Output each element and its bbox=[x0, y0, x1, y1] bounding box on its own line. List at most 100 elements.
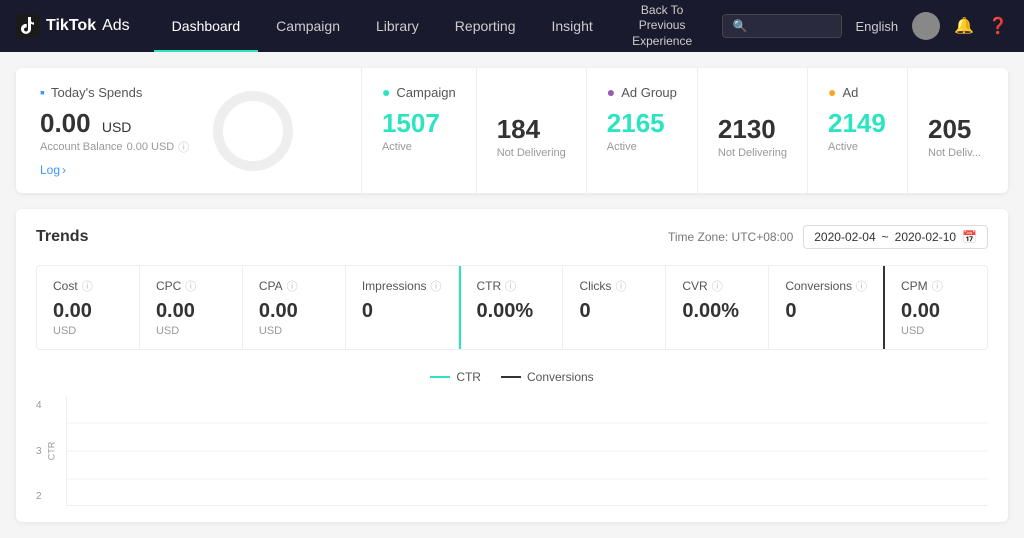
ad-not-delivering-label: Not Deliv... bbox=[928, 147, 988, 159]
metric-cpa-label: CPA bbox=[259, 279, 283, 293]
info-icon[interactable]: ⓘ bbox=[178, 139, 189, 155]
language-selector[interactable]: English bbox=[856, 19, 899, 34]
help-icon[interactable]: ❓ bbox=[988, 16, 1008, 36]
y-tick-4: 4 bbox=[36, 400, 42, 411]
metric-clicks: Clicks ⓘ 0 bbox=[563, 266, 666, 349]
metric-cpm-label: CPM bbox=[901, 279, 928, 293]
today-amount: 0.00 USD bbox=[40, 108, 189, 139]
ad-label: Ad bbox=[842, 85, 858, 100]
campaign-notdelivering-pair: 184 Not Delivering bbox=[477, 68, 587, 193]
main-content: ▪ Today's Spends 0.00 USD Account Balanc… bbox=[0, 52, 1024, 538]
back-label: Back To Previous bbox=[623, 3, 702, 34]
nav-search[interactable]: 🔍 bbox=[722, 14, 842, 38]
ad-icon: ● bbox=[828, 84, 836, 100]
metric-conversions-val: 0 bbox=[785, 300, 867, 323]
metric-cpc-header: CPC ⓘ bbox=[156, 278, 226, 294]
legend-conversions-label: Conversions bbox=[527, 370, 594, 384]
campaign-active-pair: ● Campaign 1507 Active bbox=[362, 68, 477, 193]
campaign-active-label: Active bbox=[382, 141, 456, 153]
brand-ads-text: Ads bbox=[102, 17, 130, 35]
metrics-row: Cost ⓘ 0.00 USD CPC ⓘ 0.00 USD CPA ⓘ bbox=[36, 265, 988, 350]
trends-header: Trends Time Zone: UTC+08:00 2020-02-04 ~… bbox=[36, 225, 988, 249]
navbar: TikTok Ads Dashboard Campaign Library Re… bbox=[0, 0, 1024, 52]
y-axis: 4 3 2 bbox=[36, 396, 42, 506]
metric-cpc: CPC ⓘ 0.00 USD bbox=[140, 266, 243, 349]
log-link[interactable]: Log › bbox=[40, 163, 189, 177]
nav-campaign[interactable]: Campaign bbox=[258, 0, 358, 52]
adgroup-icon: ● bbox=[607, 84, 615, 100]
back-sub: Experience bbox=[623, 34, 702, 50]
metric-cost-val: 0.00 bbox=[53, 300, 123, 323]
metric-cpc-sub: USD bbox=[156, 325, 226, 337]
metric-cvr-header: CVR ⓘ bbox=[682, 278, 752, 294]
today-spends-chart bbox=[213, 91, 293, 171]
adgroup-notdelivering-pair: 2130 Not Delivering bbox=[698, 68, 808, 193]
metric-conversions: Conversions ⓘ 0 bbox=[769, 266, 885, 349]
metric-cpm-info[interactable]: ⓘ bbox=[932, 278, 943, 294]
metric-impressions: Impressions ⓘ 0 bbox=[346, 266, 459, 349]
notification-icon[interactable]: 🔔 bbox=[954, 16, 974, 36]
metric-cpa: CPA ⓘ 0.00 USD bbox=[243, 266, 346, 349]
ad-active-num: 2149 bbox=[828, 108, 887, 139]
metric-conversions-header: Conversions ⓘ bbox=[785, 278, 867, 294]
today-spends-left: ▪ Today's Spends 0.00 USD Account Balanc… bbox=[40, 84, 189, 177]
metric-cvr-val: 0.00% bbox=[682, 300, 752, 323]
metric-clicks-info[interactable]: ⓘ bbox=[615, 278, 626, 294]
tiktok-logo-icon bbox=[16, 14, 40, 38]
metric-cpc-info[interactable]: ⓘ bbox=[185, 278, 196, 294]
metric-impressions-info[interactable]: ⓘ bbox=[431, 278, 442, 294]
ad-header: ● Ad bbox=[828, 84, 887, 100]
ad-active-pair: ● Ad 2149 Active bbox=[808, 68, 908, 193]
metric-cpa-info[interactable]: ⓘ bbox=[287, 278, 298, 294]
metric-impressions-val: 0 bbox=[362, 300, 442, 323]
metric-cpa-val: 0.00 bbox=[259, 300, 329, 323]
y-tick-2: 2 bbox=[36, 491, 42, 502]
metric-cvr-label: CVR bbox=[682, 279, 707, 293]
campaign-active-num: 1507 bbox=[382, 108, 456, 139]
nav-insight[interactable]: Insight bbox=[534, 0, 611, 52]
metric-cpc-label: CPC bbox=[156, 279, 181, 293]
avatar[interactable] bbox=[912, 12, 940, 40]
account-balance: Account Balance 0.00 USD ⓘ bbox=[40, 139, 189, 155]
adgroup-active-label: Active bbox=[607, 141, 677, 153]
metric-cpa-sub: USD bbox=[259, 325, 329, 337]
metric-clicks-label: Clicks bbox=[579, 279, 611, 293]
campaign-header: ● Campaign bbox=[382, 84, 456, 100]
metric-cost-info[interactable]: ⓘ bbox=[82, 278, 93, 294]
adgroup-label: Ad Group bbox=[621, 85, 677, 100]
legend-ctr: CTR bbox=[430, 370, 481, 384]
metric-cpc-val: 0.00 bbox=[156, 300, 226, 323]
back-to-previous[interactable]: Back To Previous Experience bbox=[611, 3, 714, 50]
donut-chart bbox=[213, 91, 293, 171]
date-from: 2020-02-04 bbox=[814, 230, 875, 244]
chart-legend: CTR Conversions bbox=[36, 370, 988, 384]
legend-ctr-line bbox=[430, 376, 450, 378]
nav-reporting[interactable]: Reporting bbox=[437, 0, 534, 52]
brand-tiktok-text: TikTok bbox=[46, 17, 96, 35]
metric-ctr-info[interactable]: ⓘ bbox=[505, 278, 516, 294]
today-spends-card: ▪ Today's Spends 0.00 USD Account Balanc… bbox=[16, 68, 362, 193]
chart-container: 4 3 2 CTR bbox=[66, 396, 988, 506]
metric-impressions-header: Impressions ⓘ bbox=[362, 278, 442, 294]
metric-cpm-sub: USD bbox=[901, 325, 971, 337]
campaign-icon: ● bbox=[382, 84, 390, 100]
nav-library[interactable]: Library bbox=[358, 0, 437, 52]
metric-cvr: CVR ⓘ 0.00% bbox=[666, 266, 769, 349]
metric-cost: Cost ⓘ 0.00 USD bbox=[37, 266, 140, 349]
nav-dashboard[interactable]: Dashboard bbox=[154, 0, 259, 52]
date-separator: ~ bbox=[882, 230, 889, 244]
brand-logo[interactable]: TikTok Ads bbox=[16, 14, 130, 38]
date-range-picker[interactable]: 2020-02-04 ~ 2020-02-10 📅 bbox=[803, 225, 988, 249]
metric-conversions-info[interactable]: ⓘ bbox=[856, 278, 867, 294]
metric-cpa-header: CPA ⓘ bbox=[259, 278, 329, 294]
metric-cpm-header: CPM ⓘ bbox=[901, 278, 971, 294]
ad-notdelivering-pair: 205 Not Deliv... bbox=[908, 68, 1008, 193]
y-axis-label: CTR bbox=[46, 442, 56, 461]
metric-cvr-info[interactable]: ⓘ bbox=[712, 278, 723, 294]
metric-ctr: CTR ⓘ 0.00% bbox=[459, 266, 564, 349]
timezone-label: Time Zone: UTC+08:00 bbox=[668, 230, 793, 244]
y-tick-3: 3 bbox=[36, 446, 42, 457]
metric-clicks-val: 0 bbox=[579, 300, 649, 323]
adgroup-not-delivering-num: 2130 bbox=[718, 114, 787, 145]
adgroup-header: ● Ad Group bbox=[607, 84, 677, 100]
